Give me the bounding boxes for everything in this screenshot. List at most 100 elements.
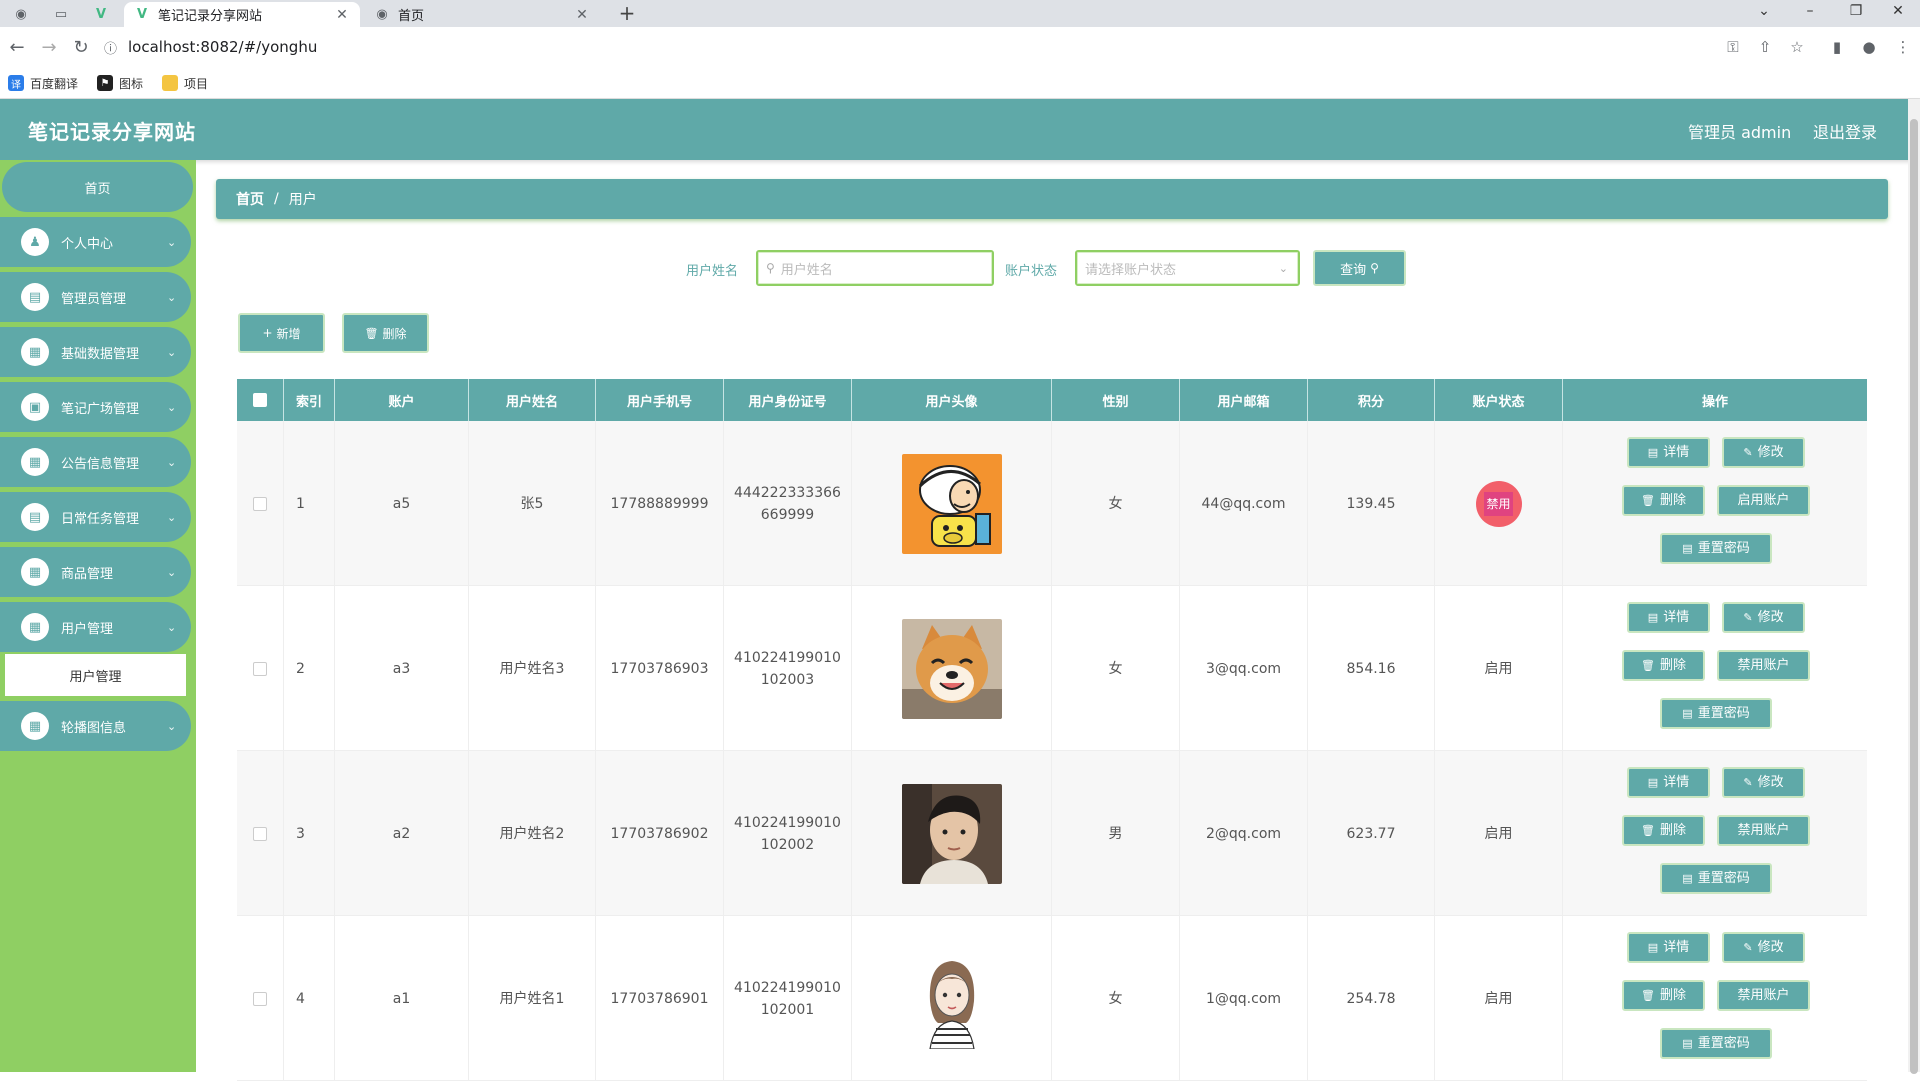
pencil-icon: ✎ — [1743, 940, 1753, 954]
detail-button[interactable]: ▤ 详情 — [1627, 767, 1710, 798]
vue-tab-icon[interactable]: V — [88, 3, 114, 25]
cell-gender: 女 — [1052, 916, 1180, 1081]
row-checkbox[interactable] — [253, 991, 267, 1006]
cell-status: 启用 — [1435, 586, 1563, 751]
cell-avatar — [852, 751, 1052, 916]
avatar-cartoon-boy[interactable] — [901, 453, 1002, 554]
edit-button[interactable]: ✎ 修改 — [1722, 602, 1805, 633]
menu-kebab-icon[interactable]: ⋮ — [1890, 35, 1916, 59]
table-header: 索引 账户 用户姓名 用户手机号 用户身份证号 用户头像 性别 用户邮箱 积分 … — [237, 379, 1867, 421]
chevron-down-icon: ⌄ — [167, 235, 177, 249]
sidebar-item-personal-center[interactable]: ♟ 个人中心 ⌄ — [0, 217, 191, 267]
pinned-tab-icon[interactable]: ◉ — [8, 3, 34, 25]
delete-button[interactable]: 🗑 删除 — [1622, 815, 1705, 846]
minimize-icon[interactable]: – — [1790, 0, 1830, 22]
bookmark-icons[interactable]: ⚑ 图标 — [97, 73, 143, 93]
add-button[interactable]: + 新增 — [238, 313, 325, 353]
reset-password-button[interactable]: ▤ 重置密码 — [1660, 533, 1772, 564]
tab-notes-site[interactable]: V 笔记记录分享网站 ✕ — [124, 2, 360, 27]
bookmark-baidu-translate[interactable]: 译 百度翻译 — [8, 73, 78, 93]
delete-button[interactable]: 🗑 删除 — [1622, 980, 1705, 1011]
tab-home[interactable]: ◉ 首页 ✕ — [364, 2, 600, 27]
row-checkbox[interactable] — [253, 661, 267, 676]
edit-button[interactable]: ✎ 修改 — [1722, 932, 1805, 963]
forward-icon[interactable]: → — [36, 35, 62, 59]
restore-icon[interactable]: ❐ — [1836, 0, 1876, 22]
header-email: 用户邮箱 — [1180, 379, 1308, 421]
scrollbar-thumb[interactable] — [1910, 119, 1918, 1074]
sidebar-item-home[interactable]: 首页 — [2, 162, 193, 212]
delete-button[interactable]: 🗑 删除 — [1622, 485, 1705, 516]
close-window-icon[interactable]: ✕ — [1878, 0, 1918, 22]
cell-actions: ▤ 详情 ✎ 修改 🗑 删除 启用账户 ▤ 重置密码 — [1563, 421, 1867, 586]
row-checkbox[interactable] — [253, 496, 267, 511]
star-icon[interactable]: ☆ — [1784, 35, 1810, 59]
sidebar-item-announcements[interactable]: ▦ 公告信息管理 ⌄ — [0, 437, 191, 487]
edit-button[interactable]: ✎ 修改 — [1722, 767, 1805, 798]
toggle-account-button[interactable]: 启用账户 — [1717, 485, 1810, 516]
blank-tab-icon[interactable]: ▭ — [48, 3, 74, 25]
edit-button[interactable]: ✎ 修改 — [1722, 437, 1805, 468]
detail-button[interactable]: ▤ 详情 — [1627, 602, 1710, 633]
sidepanel-icon[interactable]: ▮ — [1824, 35, 1850, 59]
close-tab-icon[interactable]: ✕ — [574, 7, 590, 23]
key-icon[interactable]: ⚿ — [1720, 35, 1746, 59]
table-row: 1 a5 张5 17788889999 444222333366669999 — [237, 421, 1867, 586]
sidebar-subitem-user-management[interactable]: 用户管理 — [5, 654, 186, 696]
sidebar-item-daily-tasks[interactable]: ▤ 日常任务管理 ⌄ — [0, 492, 191, 542]
sidebar-item-products[interactable]: ▦ 商品管理 ⌄ — [0, 547, 191, 597]
table-row: 4 a1 用户姓名1 17703786901 410224199010 10200… — [237, 916, 1867, 1081]
toggle-account-button[interactable]: 禁用账户 — [1717, 815, 1810, 846]
avatar-young-man[interactable] — [901, 783, 1002, 884]
detail-button[interactable]: ▤ 详情 — [1627, 932, 1710, 963]
status-select[interactable]: 请选择账户状态 ⌄ — [1075, 250, 1300, 286]
new-tab-button[interactable]: + — [614, 1, 640, 25]
avatar-sketch-girl[interactable] — [901, 948, 1002, 1049]
username-search-input[interactable]: ⚲ 用户姓名 — [756, 250, 994, 286]
tab-title: 首页 — [398, 9, 425, 24]
reset-password-button[interactable]: ▤ 重置密码 — [1660, 698, 1772, 729]
box-icon: ▣ — [21, 393, 49, 421]
delete-button[interactable]: 🗑 删除 — [1622, 650, 1705, 681]
cell-points: 623.77 — [1308, 751, 1435, 916]
select-all-checkbox[interactable] — [253, 393, 267, 407]
reset-password-button[interactable]: ▤ 重置密码 — [1660, 1028, 1772, 1059]
toggle-account-button[interactable]: 禁用账户 — [1717, 650, 1810, 681]
sidebar-item-user-management[interactable]: ▦ 用户管理 ⌄ — [0, 602, 191, 652]
breadcrumb-home[interactable]: 首页 — [236, 189, 264, 209]
avatar-shiba-dog[interactable] — [901, 618, 1002, 719]
logout-link[interactable]: 退出登录 — [1813, 119, 1877, 143]
sidebar-item-basic-data[interactable]: ▦ 基础数据管理 ⌄ — [0, 327, 191, 377]
browser-tabstrip: ◉ ▭ V V 笔记记录分享网站 ✕ ◉ 首页 ✕ + ⌄ – ❐ ✕ — [0, 0, 1920, 27]
sidebar-item-carousel[interactable]: ▦ 轮播图信息 ⌄ — [0, 701, 191, 751]
close-tab-icon[interactable]: ✕ — [334, 7, 350, 23]
header-points: 积分 — [1308, 379, 1435, 421]
user-icon: ♟ — [21, 228, 49, 256]
pencil-icon: ✎ — [1743, 610, 1753, 624]
tab-search-icon[interactable]: ⌄ — [1744, 0, 1784, 22]
reset-password-button[interactable]: ▤ 重置密码 — [1660, 863, 1772, 894]
admin-label: 管理员 admin — [1688, 123, 1792, 142]
page-scrollbar[interactable] — [1908, 99, 1920, 1074]
back-icon[interactable]: ← — [4, 35, 30, 59]
query-button[interactable]: 查询 ⚲ — [1313, 250, 1406, 286]
pencil-icon: ✎ — [1743, 445, 1753, 459]
cell-phone: 17788889999 — [596, 421, 724, 586]
detail-button[interactable]: ▤ 详情 — [1627, 437, 1710, 468]
cell-id-number: 410224199010 102002 — [724, 751, 852, 916]
site-info-icon[interactable]: ⓘ — [104, 38, 128, 57]
sidebar-item-admin-management[interactable]: ▤ 管理员管理 ⌄ — [0, 272, 191, 322]
url-field[interactable]: ⓘ localhost:8082/#/yonghu — [104, 33, 1864, 61]
toggle-account-button[interactable]: 禁用账户 — [1717, 980, 1810, 1011]
batch-delete-button[interactable]: 🗑 删除 — [342, 313, 429, 353]
vue-logo-icon: V — [136, 7, 148, 22]
sidebar-item-notes-square[interactable]: ▣ 笔记广场管理 ⌄ — [0, 382, 191, 432]
cell-actions: ▤ 详情 ✎ 修改 🗑 删除 禁用账户 ▤ 重置密码 — [1563, 751, 1867, 916]
share-icon[interactable]: ⇧ — [1752, 35, 1778, 59]
row-checkbox[interactable] — [253, 826, 267, 841]
chart-icon: ▤ — [21, 283, 49, 311]
reload-icon[interactable]: ↻ — [68, 35, 94, 59]
bookmark-project[interactable]: 项目 — [162, 73, 208, 93]
profile-icon[interactable]: ● — [1856, 35, 1882, 59]
cell-points: 139.45 — [1308, 421, 1435, 586]
